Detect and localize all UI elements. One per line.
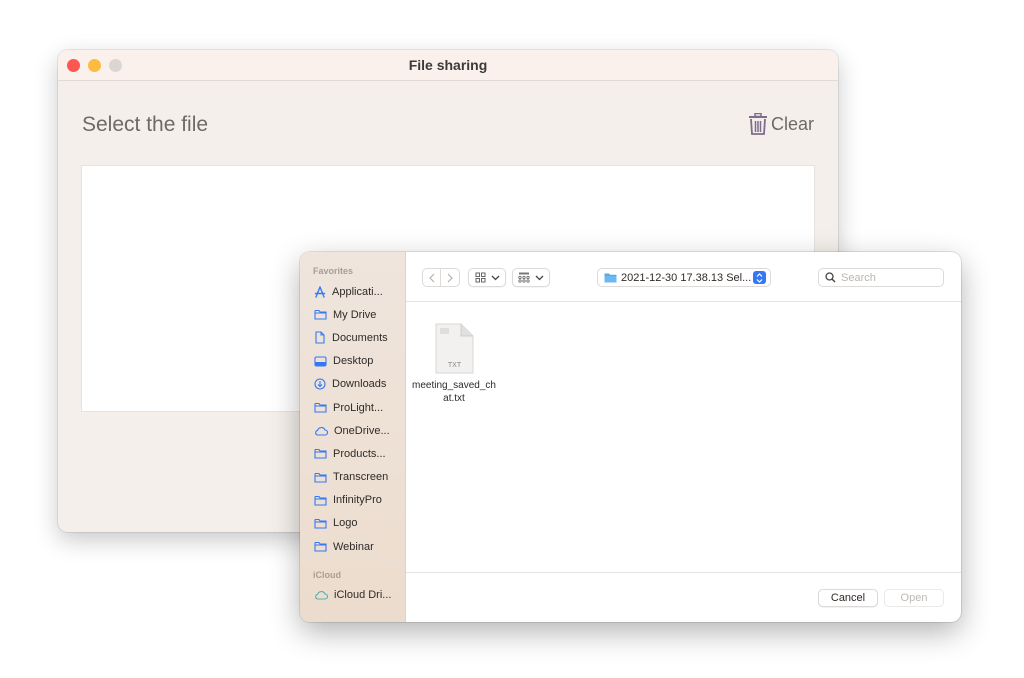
folder-icon <box>314 310 327 320</box>
icloud-icon <box>315 590 328 600</box>
folder-icon <box>314 402 327 413</box>
sidebar-item-icloud-drive[interactable]: iCloud Dri... <box>300 583 405 606</box>
navigation-buttons <box>422 268 460 287</box>
sidebar-item-products[interactable]: Products... <box>300 442 405 465</box>
search-icon <box>825 272 836 283</box>
dialog-footer: Cancel Open <box>406 572 961 622</box>
sidebar-item-label: Downloads <box>332 378 387 391</box>
up-down-chevron-icon <box>756 272 763 283</box>
sidebar-item-prolight[interactable]: ProLight... <box>300 396 405 419</box>
sidebar-item-label: Logo <box>333 517 358 530</box>
clear-label: Clear <box>770 113 814 134</box>
open-button[interactable]: Open <box>884 589 944 607</box>
group-by-button[interactable] <box>512 268 550 287</box>
desktop-icon <box>314 356 327 367</box>
sidebar-item-label: Documents <box>332 331 388 344</box>
sidebar-item-label: Transcreen <box>333 471 389 484</box>
forward-button[interactable] <box>441 268 460 287</box>
search-input[interactable] <box>841 271 931 284</box>
cancel-button[interactable]: Cancel <box>818 589 878 607</box>
view-mode-button[interactable] <box>468 268 506 287</box>
document-icon <box>315 331 325 345</box>
sidebar-item-label: iCloud Dri... <box>334 588 392 601</box>
download-icon <box>314 378 326 390</box>
folder-icon <box>604 273 617 283</box>
sidebar-item-label: ProLight... <box>333 401 384 414</box>
trash-icon <box>748 113 767 135</box>
favorites-section-label: Favorites <box>313 266 354 276</box>
open-file-dialog: Favorites Applicati... My Drive Document… <box>300 252 961 622</box>
file-type-label: TXT <box>448 362 462 369</box>
sidebar-item-downloads[interactable]: Downloads <box>300 373 405 396</box>
chevron-right-icon <box>447 273 453 282</box>
text-file-icon: TXT <box>435 323 474 374</box>
folder-icon <box>314 449 327 459</box>
sidebar-item-label: InfinityPro <box>333 494 382 507</box>
cloud-icon <box>315 426 328 436</box>
title-bar: File sharing <box>58 50 838 81</box>
favorites-list: Applicati... My Drive Documents Desktop … <box>300 280 405 558</box>
chevron-down-icon <box>535 275 544 280</box>
sidebar-item-label: Applicati... <box>332 285 383 298</box>
location-stepper[interactable] <box>753 271 766 284</box>
location-label: 2021-12-30 17.38.13 Sel... <box>621 271 752 284</box>
zoom-window-button[interactable] <box>109 59 122 72</box>
sidebar-item-label: Products... <box>333 447 386 460</box>
file-browser: TXT meeting_saved_chat.txt <box>406 303 961 572</box>
sidebar-item-desktop[interactable]: Desktop <box>300 350 405 373</box>
folder-icon <box>314 495 327 506</box>
folder-icon <box>314 542 327 552</box>
sidebar-item-label: Webinar <box>333 540 374 553</box>
sidebar-item-transcreen[interactable]: Transcreen <box>300 466 405 489</box>
sidebar-item-label: My Drive <box>333 308 377 321</box>
back-button[interactable] <box>422 268 441 287</box>
dialog-toolbar: 2021-12-30 17.38.13 Sel... <box>406 252 961 302</box>
sidebar-item-applications[interactable]: Applicati... <box>300 280 405 303</box>
icloud-section-label: iCloud <box>313 570 341 580</box>
sidebar-item-documents[interactable]: Documents <box>300 326 405 349</box>
file-item[interactable]: TXT meeting_saved_chat.txt <box>410 323 498 405</box>
icon-view-icon <box>475 272 485 283</box>
sidebar-item-label: OneDrive... <box>334 424 390 437</box>
sidebar-item-infinitypro[interactable]: InfinityPro <box>300 489 405 512</box>
folder-icon <box>314 472 327 483</box>
location-popup[interactable]: 2021-12-30 17.38.13 Sel... <box>597 268 771 287</box>
file-name: meeting_saved_chat.txt <box>412 380 496 404</box>
dialog-sidebar: Favorites Applicati... My Drive Document… <box>300 252 406 622</box>
sidebar-item-onedrive[interactable]: OneDrive... <box>300 419 405 442</box>
chevron-down-icon <box>491 275 499 280</box>
sidebar-item-logo[interactable]: Logo <box>300 512 405 535</box>
group-icon <box>518 272 530 283</box>
clear-button[interactable]: Clear <box>748 113 814 135</box>
sidebar-item-webinar[interactable]: Webinar <box>300 535 405 558</box>
search-field[interactable] <box>818 268 944 287</box>
sidebar-item-my-drive[interactable]: My Drive <box>300 303 405 326</box>
window-title: File sharing <box>408 57 488 73</box>
sidebar-item-label: Desktop <box>333 355 374 368</box>
chevron-left-icon <box>428 273 434 282</box>
page-heading: Select the file <box>82 113 209 136</box>
minimize-window-button[interactable] <box>88 59 101 72</box>
close-window-button[interactable] <box>67 59 80 72</box>
applications-icon <box>314 285 326 298</box>
folder-icon <box>314 518 327 529</box>
traffic-lights <box>67 59 122 72</box>
